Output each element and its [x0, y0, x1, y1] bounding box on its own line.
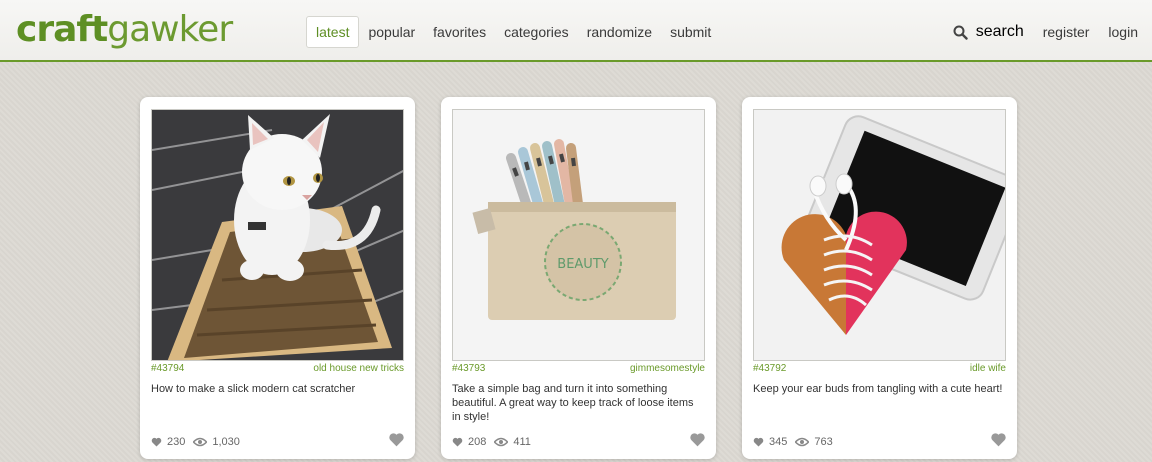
nav-randomize[interactable]: randomize	[578, 16, 661, 48]
post-card: BEAUTY #43793 gimmesomestyle Take a simp…	[441, 97, 716, 459]
post-stats: 230 1,030	[151, 435, 240, 449]
post-meta: #43794 old house new tricks	[151, 363, 404, 377]
nav-categories[interactable]: categories	[495, 16, 578, 48]
bag-embroidery-text: BEAUTY	[557, 257, 608, 272]
favorite-heart-icon[interactable]	[388, 432, 405, 447]
nav-latest[interactable]: latest	[306, 16, 360, 48]
post-image-bag[interactable]: BEAUTY	[452, 109, 705, 361]
post-stats: 208 411	[452, 435, 531, 449]
post-description[interactable]: How to make a slick modern cat scratcher	[151, 382, 404, 396]
favorite-heart-icon[interactable]	[689, 432, 706, 447]
heart-icon	[452, 437, 463, 447]
likes-count: 345	[769, 436, 788, 448]
post-image-earbuds[interactable]	[753, 109, 1006, 361]
register-link[interactable]: register	[1043, 24, 1090, 40]
main-nav: latest popular favorites categories rand…	[306, 16, 720, 48]
search-icon	[953, 25, 968, 40]
logo-light-text: gawker	[107, 9, 233, 50]
post-meta: #43792 idle wife	[753, 363, 1006, 377]
post-stats: 345 763	[753, 435, 833, 449]
post-card: #43792 idle wife Keep your ear buds from…	[742, 97, 1017, 459]
views-count: 1,030	[212, 436, 240, 448]
post-number[interactable]: #43793	[452, 363, 485, 374]
post-source[interactable]: gimmesomestyle	[630, 363, 705, 374]
views-count: 411	[513, 436, 531, 448]
nav-favorites[interactable]: favorites	[424, 16, 495, 48]
nav-popular[interactable]: popular	[359, 16, 424, 48]
post-number[interactable]: #43794	[151, 363, 184, 374]
heart-icon	[753, 437, 764, 447]
logo-bold-text: craft	[16, 9, 108, 50]
site-logo[interactable]: craftgawker	[16, 9, 233, 50]
eye-icon	[494, 437, 509, 447]
likes-count: 230	[167, 436, 186, 448]
cat-photo	[152, 110, 403, 360]
search-label: search	[975, 23, 1024, 40]
search-link[interactable]: search	[953, 23, 1024, 41]
eye-icon	[193, 437, 208, 447]
views-count: 763	[814, 436, 833, 448]
post-description[interactable]: Take a simple bag and turn it into somet…	[452, 382, 705, 424]
earbuds-photo	[754, 110, 1005, 360]
post-meta: #43793 gimmesomestyle	[452, 363, 705, 377]
nav-submit[interactable]: submit	[661, 16, 720, 48]
heart-icon	[151, 437, 162, 447]
site-header: craftgawker latest popular favorites cat…	[0, 0, 1152, 62]
post-description[interactable]: Keep your ear buds from tangling with a …	[753, 382, 1006, 396]
bag-photo: BEAUTY	[453, 110, 704, 360]
login-link[interactable]: login	[1108, 24, 1138, 40]
favorite-heart-icon[interactable]	[990, 432, 1007, 447]
user-nav: search register login	[953, 16, 1138, 48]
likes-count: 208	[468, 436, 487, 448]
post-source[interactable]: idle wife	[970, 363, 1006, 374]
post-source[interactable]: old house new tricks	[313, 363, 404, 374]
post-number[interactable]: #43792	[753, 363, 786, 374]
eye-icon	[795, 437, 810, 447]
post-image-cat-scratcher[interactable]	[151, 109, 404, 361]
post-card: #43794 old house new tricks How to make …	[140, 97, 415, 459]
